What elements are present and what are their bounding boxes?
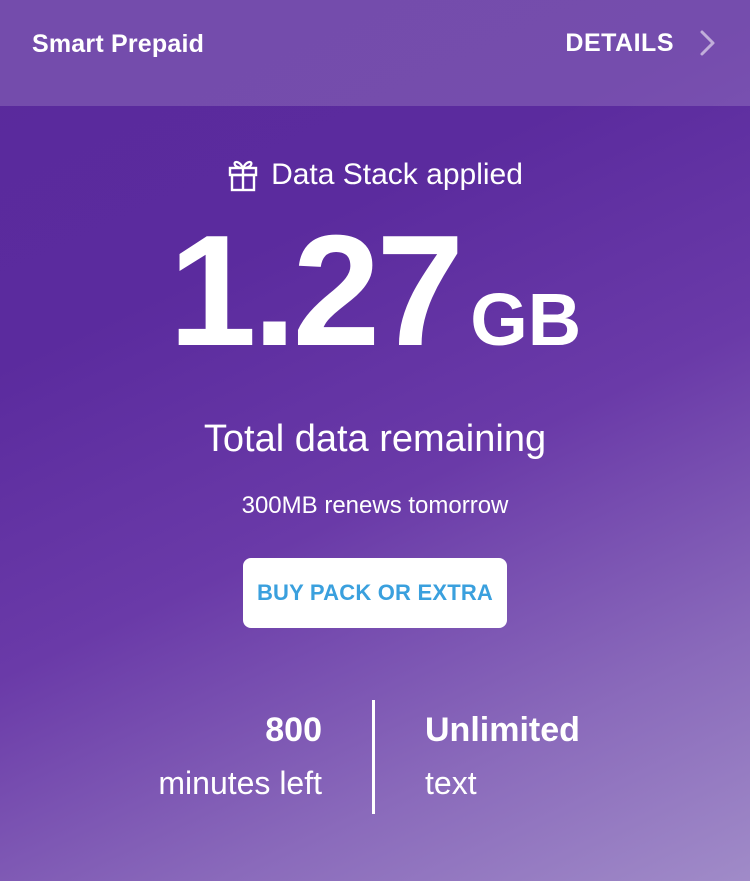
renew-note: 300MB renews tomorrow — [241, 492, 509, 519]
prepaid-balance-screen: Smart Prepaid DETAILS Data Stack applied… — [0, 0, 750, 881]
data-stack-indicator: Data Stack applied — [0, 158, 750, 192]
plan-name: Smart Prepaid — [32, 30, 205, 58]
minutes-value: 800 — [265, 711, 322, 749]
data-unit: GB — [470, 278, 582, 361]
header-bar: Smart Prepaid DETAILS — [0, 0, 750, 106]
details-label: DETAILS — [565, 28, 674, 57]
stats-divider — [372, 700, 375, 814]
data-amount: 1.27 — [168, 203, 465, 379]
usage-stats: 800 minutes left Unlimited text — [0, 700, 750, 816]
text-value: Unlimited — [425, 711, 580, 749]
text-label: text — [425, 764, 477, 801]
total-data-caption: Total data remaining — [203, 418, 547, 460]
buy-pack-button[interactable]: BUY PACK OR EXTRA — [243, 558, 507, 628]
data-balance: 1.27 GB — [0, 212, 750, 370]
chevron-right-icon — [696, 28, 720, 58]
minutes-stat: 800 minutes left — [158, 710, 322, 802]
text-stat: Unlimited text — [425, 710, 580, 802]
details-link[interactable]: DETAILS — [565, 28, 720, 58]
gift-icon — [227, 158, 259, 192]
data-stack-label: Data Stack applied — [271, 158, 523, 191]
minutes-label: minutes left — [158, 764, 322, 801]
